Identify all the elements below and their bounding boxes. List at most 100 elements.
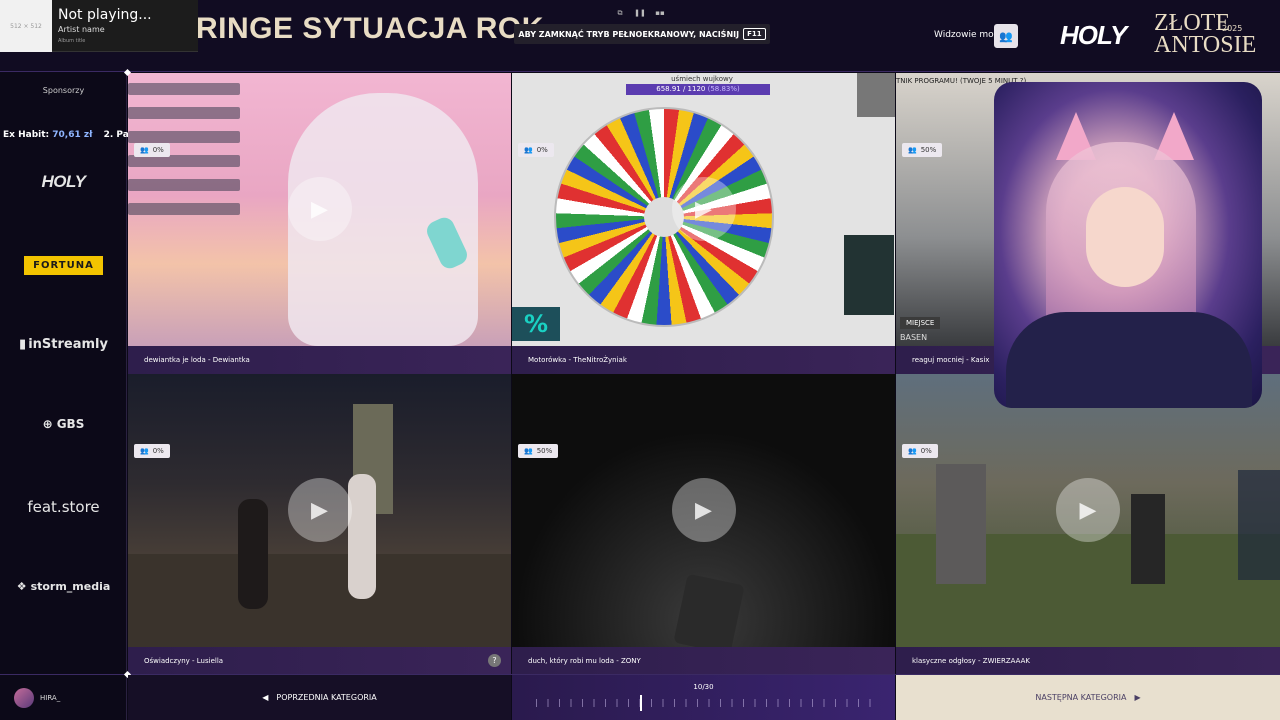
play-icon: ▶	[311, 497, 328, 523]
user-chip[interactable]: HIRA_	[14, 688, 60, 708]
users-icon: 👥	[908, 447, 917, 455]
video-tile-2[interactable]: uśmiech wujkowy 658.91 / 1120 (58.83%) %…	[512, 73, 895, 374]
vote-badge: 👥 0%	[134, 444, 170, 458]
video-tile-4[interactable]: 👥 0% ▶ Oświadczyny - Lusiella ?	[128, 374, 511, 675]
viewers-button[interactable]: 👥	[994, 24, 1018, 48]
footer-nav: ◀ POPRZEDNIA KATEGORIA 10/30 NASTĘPNA KA…	[128, 675, 1280, 720]
logo-antosie-text: ANTOSIE	[1154, 32, 1257, 58]
vote-badge: 👥 50%	[902, 143, 943, 157]
vote-percent: 50%	[920, 146, 937, 154]
chat-message	[128, 203, 240, 215]
chat-message	[128, 179, 240, 191]
play-icon: ▶	[311, 196, 328, 222]
vote-percent: 0%	[920, 447, 932, 455]
sponsor-instreamly[interactable]: ▮ inStreamly	[0, 337, 127, 352]
avatar	[14, 688, 34, 708]
storm-label: storm_media	[30, 580, 111, 593]
vote-badge: 👥 0%	[134, 143, 170, 157]
arrow-right-icon: ▶	[1134, 693, 1141, 702]
tile-caption: dewiantka je loda - Dewiantka	[128, 346, 511, 374]
tile-caption: duch, który robi mu loda - ZONY	[512, 647, 895, 675]
sponsor-gbs[interactable]: ⊕ GBS	[0, 417, 127, 431]
sponsors-sidebar: Sponsorzy HOLY FORTUNA ▮ inStreamly ⊕ GBS …	[0, 72, 127, 720]
play-button[interactable]: ▶	[287, 177, 352, 241]
play-icon: ▶	[695, 497, 712, 523]
kneeling-person	[238, 499, 268, 609]
pip-icon[interactable]: ⧉	[614, 7, 626, 19]
minecraft-character	[1131, 494, 1165, 584]
next-category-button[interactable]: NASTĘPNA KATEGORIA ▶	[896, 675, 1280, 720]
tile-caption: klasyczne odgłosy - ZWIERZAAAK	[896, 647, 1280, 675]
pause-icon[interactable]: ❚❚	[634, 7, 646, 19]
vote-badge: 👥 0%	[518, 143, 554, 157]
vote-percent: 0%	[152, 447, 164, 455]
vote-badge: 👥 50%	[518, 444, 559, 458]
play-button[interactable]: ▶	[1056, 478, 1120, 542]
wheel-title: uśmiech wujkowy	[671, 75, 733, 83]
play-button[interactable]: ▶	[287, 478, 352, 542]
standing-person	[348, 474, 376, 599]
side-chat-overlay	[1238, 470, 1280, 580]
phone	[673, 573, 745, 655]
instreamly-label: inStreamly	[28, 337, 108, 352]
play-icon: ▶	[695, 196, 712, 222]
video-tile-6[interactable]: 👥 0% ▶ klasyczne odgłosy - ZWIERZAAAK	[896, 374, 1280, 675]
sponsor-fortuna[interactable]: FORTUNA	[0, 256, 127, 275]
users-icon: 👥	[908, 146, 917, 154]
help-icon[interactable]: ?	[488, 654, 501, 667]
users-icon: 👥	[140, 447, 149, 455]
arrow-left-icon: ◀	[262, 693, 269, 702]
tile-caption: Oświadczyny - Lusiella	[128, 647, 511, 675]
category-counter: 10/30	[693, 683, 714, 691]
users-icon: 👥	[524, 447, 533, 455]
next-category-label: NASTĘPNA KATEGORIA	[1035, 693, 1127, 702]
sponsors-label: Sponsorzy	[42, 86, 85, 95]
video-tile-1[interactable]: 👥 0% ▶ dewiantka je loda - Dewiantka	[128, 73, 511, 374]
fullscreen-key: F11	[743, 28, 766, 40]
ticker-first-name: Ex Habit:	[3, 130, 50, 140]
fortuna-logo: FORTUNA	[24, 256, 103, 275]
streamer-face	[1086, 187, 1164, 287]
sponsor-storm-media[interactable]: ❖ storm_media	[0, 580, 127, 593]
percent-logo: %	[512, 307, 560, 341]
logo-year: 2025	[1222, 24, 1243, 33]
video-tile-5[interactable]: 👥 50% ▶ duch, który robi mu loda - ZONY	[512, 374, 895, 675]
minecraft-character	[936, 464, 986, 584]
media-artist: Artist name	[58, 25, 105, 34]
previous-category-button[interactable]: ◀ POPRZEDNIA KATEGORIA	[128, 675, 511, 720]
streamer-avatar	[857, 73, 895, 117]
gbs-label: GBS	[56, 417, 85, 431]
play-button[interactable]: ▶	[671, 478, 736, 542]
chat-message	[128, 83, 240, 95]
vote-percent: 0%	[152, 146, 164, 154]
gbs-icon: ⊕	[42, 417, 53, 431]
window-controls: ⧉ ❚❚ ▪▪	[614, 7, 666, 19]
chat-message	[128, 131, 240, 143]
sponsor-holy[interactable]: HOLY	[0, 172, 127, 192]
pavement	[128, 554, 511, 647]
zlote-antosie-logo: ZŁOTE ANTOSIE	[1154, 11, 1257, 58]
wheel-progress: 658.91 / 1120 (58.83%)	[626, 84, 770, 95]
location-tag: MIEJSCE	[900, 317, 941, 329]
play-button[interactable]: ▶	[671, 177, 736, 241]
storm-icon: ❖	[16, 580, 27, 593]
instreamly-icon: ▮	[19, 337, 27, 352]
chat-message	[128, 107, 240, 119]
category-progress: 10/30	[512, 675, 895, 720]
user-name: HIRA_	[40, 694, 61, 702]
fullscreen-notice: ABY ZAMKNĄĆ TRYB PEŁNOEKRANOWY, NACIŚNIJ…	[514, 24, 770, 44]
media-widget[interactable]: 512 × 512 Not playing... Artist name Alb…	[0, 0, 198, 52]
wheel-progress-value: 658.91 / 1120	[656, 85, 706, 93]
more-icon[interactable]: ▪▪	[654, 7, 666, 19]
location-name: BASEN	[900, 333, 928, 342]
vote-badge: 👥 0%	[902, 444, 938, 458]
vote-percent: 50%	[536, 447, 553, 455]
progress-marker	[639, 695, 642, 711]
users-icon: 👥	[999, 29, 1013, 43]
streamer-shirt	[1006, 312, 1252, 408]
ticker-first-amount: 70,61 zł	[52, 130, 93, 140]
category-title: RINGE SYTUACJA ROK	[196, 12, 544, 45]
tile-caption: Motorówka - TheNitroŻyniak	[512, 346, 895, 374]
sponsor-featstore[interactable]: feat.store	[0, 498, 127, 516]
holy-logo: HOLY	[1060, 20, 1127, 50]
